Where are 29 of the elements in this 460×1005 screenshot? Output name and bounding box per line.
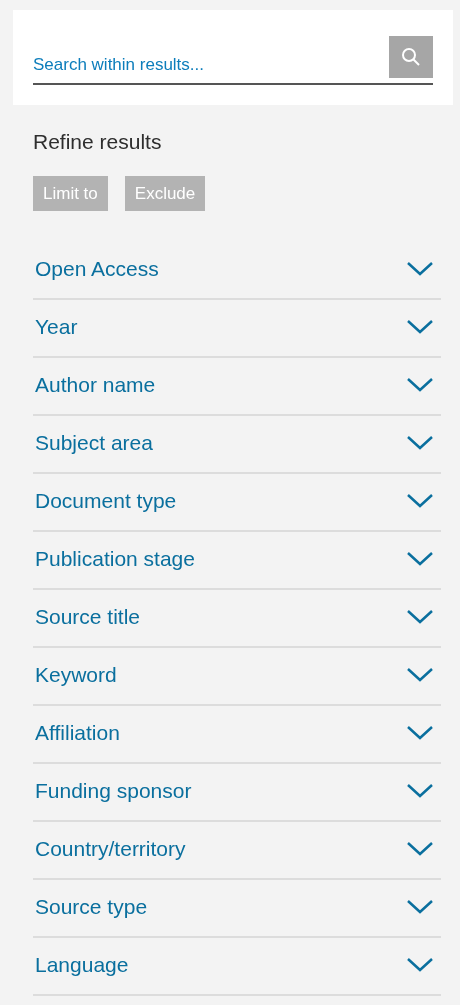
facet-toggle[interactable]: Subject area <box>33 416 441 474</box>
facet-toggle[interactable]: Keyword <box>33 648 441 706</box>
chevron-icon <box>407 494 433 508</box>
facet-toggle[interactable]: Year <box>33 300 441 358</box>
facet-toggle[interactable]: Author name <box>33 358 441 416</box>
facet-toggle[interactable]: Funding sponsor <box>33 764 441 822</box>
facet-toggle[interactable]: Country/territory <box>33 822 441 880</box>
chevron-icon <box>407 320 433 334</box>
chevron-icon <box>407 378 433 392</box>
chevron-icon <box>407 842 433 856</box>
facet-toggle[interactable]: Source type <box>33 880 441 938</box>
facet-toggle[interactable]: Open Access <box>33 242 441 300</box>
chevron-icon <box>407 958 433 972</box>
chevron-icon <box>407 610 433 624</box>
chevron-icon <box>407 262 433 276</box>
facet-toggle[interactable]: Publication stage <box>33 532 441 590</box>
chevron-icon <box>407 726 433 740</box>
facet-toggle[interactable]: Source title <box>33 590 441 648</box>
chevron-icon <box>407 900 433 914</box>
search-button[interactable] <box>389 36 433 78</box>
facet-toggle[interactable]: Affiliation <box>33 706 441 764</box>
section-heading: Refine results <box>33 129 163 155</box>
facet-toggle[interactable]: Document type <box>33 474 441 532</box>
facet-toggle[interactable]: Language <box>33 938 441 996</box>
search-icon <box>401 47 421 67</box>
chevron-icon <box>407 552 433 566</box>
chevron-icon <box>407 668 433 682</box>
chevron-icon <box>407 784 433 798</box>
chevron-icon <box>407 436 433 450</box>
